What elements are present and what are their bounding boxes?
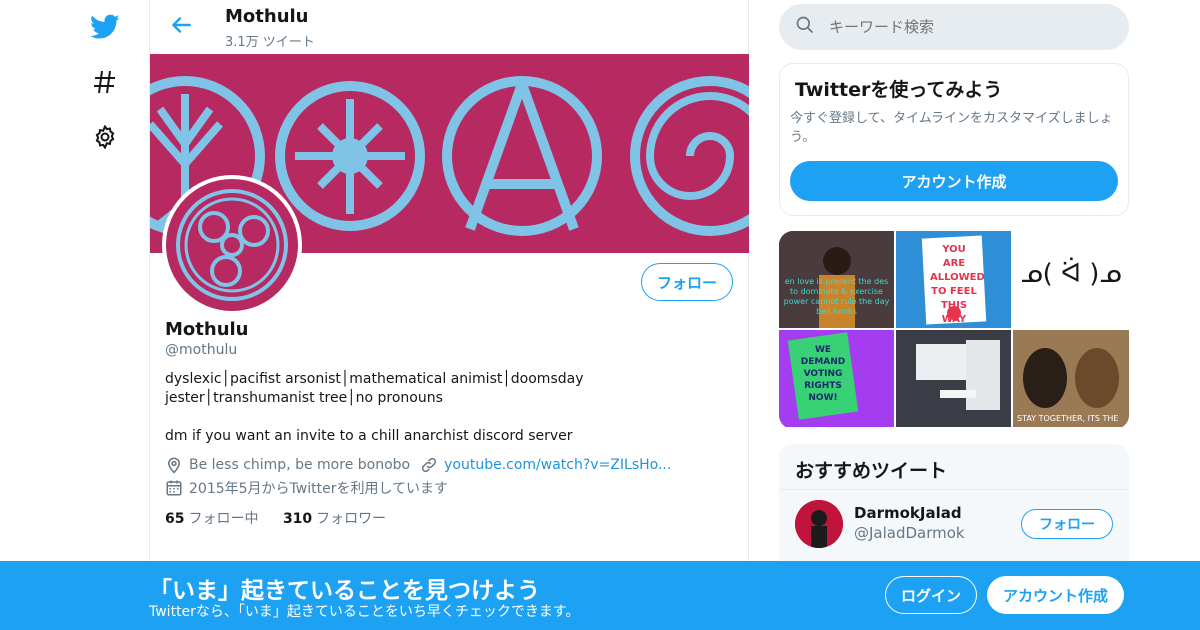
profile-bio: dyslexic│pacifist arsonist│mathematical … [165, 370, 725, 465]
gear-icon[interactable] [88, 120, 122, 154]
following-label: フォロー中 [188, 511, 259, 527]
profile-avatar[interactable] [162, 175, 302, 315]
media-tile[interactable]: ᓄ( ᐛ )ᓄ [1013, 231, 1129, 328]
profile-joined-row: 2015年5月からTwitterを利用しています [165, 478, 448, 498]
login-button[interactable]: ログイン [885, 576, 977, 614]
search-icon [795, 15, 815, 39]
bio-line: dm if you want an invite to a chill anar… [165, 428, 573, 444]
calendar-icon [165, 479, 183, 497]
header-title: Mothulu [225, 6, 309, 27]
media-tile[interactable] [896, 330, 1011, 427]
media-tile[interactable]: YOU ARE ALLOWED TO FEEL THIS WAY [896, 231, 1011, 328]
create-account-button[interactable]: アカウント作成 [790, 161, 1118, 201]
signup-card-description: 今すぐ登録して、タイムラインをカスタマイズしましょう。 [790, 111, 1113, 145]
signup-bottom-bar: 「いま」起きていることを見つけよう Twitterなら、「いま」起きていることを… [0, 561, 1200, 630]
search-input[interactable] [829, 18, 1109, 36]
media-caption: en love is present the des to dominate &… [783, 277, 890, 316]
bottom-create-account-button[interactable]: アカウント作成 [987, 576, 1124, 614]
profile-url-link[interactable]: youtube.com/watch?v=ZILsHo... [444, 457, 671, 473]
followers-label: フォロワー [316, 511, 387, 527]
media-caption: STAY TOGETHER, ITS THE [1017, 414, 1119, 423]
follow-button[interactable]: フォロー [641, 263, 733, 301]
hashtag-icon[interactable] [88, 65, 122, 99]
tweet-count: 3.1万 ツイート [225, 35, 315, 50]
location-pin-icon [165, 456, 183, 474]
recommended-follow-button[interactable]: フォロー [1021, 509, 1113, 539]
followers-count: 310 [282, 511, 313, 527]
bottom-bar-subtitle: Twitterなら、「いま」起きていることをいち早くチェックできます。 [149, 604, 580, 620]
bottom-bar-title: 「いま」起きていることを見つけよう [149, 578, 540, 604]
profile-stats: 65 フォロー中 310 フォロワー [165, 508, 386, 528]
profile-location: Be less chimp, be more bonobo [189, 457, 411, 473]
following-count: 65 [165, 511, 185, 527]
media-caption: ᓄ( ᐛ )ᓄ [1020, 259, 1122, 289]
signup-card-title: Twitterを使ってみよう [795, 79, 1003, 101]
profile-meta: Be less chimp, be more bonobo youtube.co… [165, 456, 671, 474]
media-caption: WE DEMAND VOTING RIGHTS NOW! [800, 345, 846, 403]
profile-name: Mothulu [165, 319, 249, 340]
profile-column: Mothulu 3.1万 ツイート フォロー Mothulu @mothulu … [149, 0, 749, 630]
divider [779, 489, 1129, 490]
profile-joined: 2015年5月からTwitterを利用しています [189, 481, 449, 497]
search-box[interactable] [779, 4, 1129, 50]
signup-card: Twitterを使ってみよう 今すぐ登録して、タイムラインをカスタマイズしましょ… [779, 63, 1129, 216]
back-arrow-icon[interactable] [168, 12, 194, 38]
media-caption: YOU ARE ALLOWED TO FEEL THIS WAY [930, 244, 985, 325]
recommended-handle: @JaladDarmok [854, 524, 965, 542]
link-icon [420, 456, 438, 474]
twitter-bird-icon[interactable] [88, 10, 122, 44]
profile-handle: @mothulu [165, 342, 238, 358]
bio-line: dyslexic│pacifist arsonist│mathematical … [165, 371, 584, 406]
following-stat[interactable]: 65 フォロー中 [165, 511, 258, 527]
media-tile[interactable]: en love is present the des to dominate &… [779, 231, 894, 328]
recommended-avatar[interactable] [795, 500, 843, 548]
recommended-name[interactable]: DarmokJalad [854, 504, 962, 522]
followers-stat[interactable]: 310 フォロワー [283, 511, 386, 527]
media-tile[interactable]: STAY TOGETHER, ITS THE [1013, 330, 1129, 427]
recommended-title: おすすめツイート [795, 460, 948, 482]
media-grid: en love is present the des to dominate &… [779, 231, 1129, 429]
left-nav [0, 0, 150, 630]
media-tile[interactable]: WE DEMAND VOTING RIGHTS NOW! [779, 330, 894, 427]
